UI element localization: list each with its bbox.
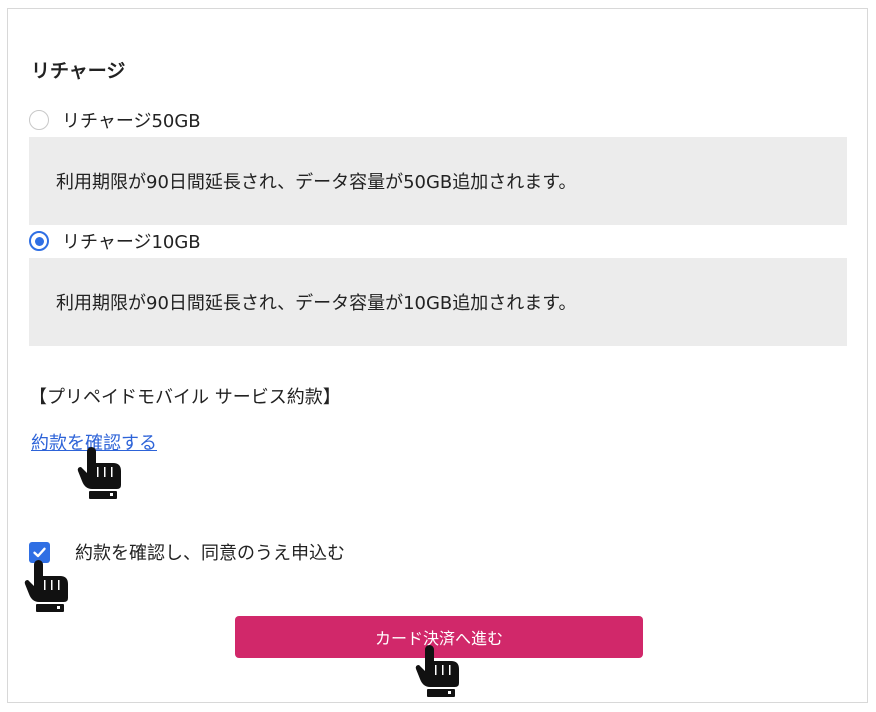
pointing-hand-icon — [24, 560, 68, 612]
option-description: 利用期限が90日間延長され、データ容量が10GB追加されます。 — [29, 258, 847, 346]
option-recharge-50gb[interactable]: リチャージ50GB — [29, 107, 201, 133]
terms-heading: 【プリペイドモバイル サービス約款】 — [29, 387, 341, 408]
option-label: リチャージ10GB — [62, 232, 201, 253]
section-title: リチャージ — [31, 60, 126, 82]
radio-icon[interactable] — [29, 231, 49, 251]
checkmark-icon — [33, 547, 46, 557]
option-label: リチャージ50GB — [62, 111, 201, 132]
option-recharge-10gb[interactable]: リチャージ10GB — [29, 228, 201, 254]
agree-label: 約款を確認し、同意のうえ申込む — [75, 543, 345, 564]
radio-icon[interactable] — [29, 110, 49, 130]
pointing-hand-icon — [77, 447, 121, 499]
pointing-hand-icon — [415, 645, 459, 697]
agree-row[interactable]: 約款を確認し、同意のうえ申込む — [29, 539, 345, 565]
radio-dot — [34, 236, 44, 246]
option-description: 利用期限が90日間延長され、データ容量が50GB追加されます。 — [29, 137, 847, 225]
